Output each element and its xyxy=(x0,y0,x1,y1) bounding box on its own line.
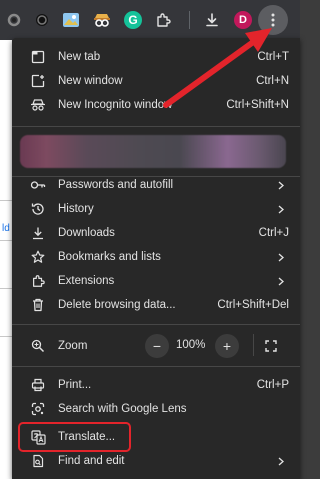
menu-item-new-window[interactable]: New window Ctrl+N xyxy=(12,69,300,93)
fullscreen-icon xyxy=(265,340,277,352)
chevron-right-icon xyxy=(276,252,286,262)
background-page: ld xyxy=(0,40,12,479)
menu-item-history[interactable]: History xyxy=(12,197,300,221)
menu-divider xyxy=(12,126,300,127)
google-lens-icon xyxy=(30,401,46,417)
extensions-icon[interactable] xyxy=(151,8,175,32)
chevron-right-icon xyxy=(276,204,286,214)
menu-item-passwords[interactable]: Passwords and autofill xyxy=(12,173,300,197)
grammarly-icon[interactable]: G xyxy=(121,8,145,32)
menu-item-label: Find and edit xyxy=(58,455,125,467)
menu-item-shortcut: Ctrl+Shift+Del xyxy=(217,299,289,311)
image-icon[interactable] xyxy=(59,8,83,32)
download-icon[interactable] xyxy=(200,8,224,32)
download-icon xyxy=(30,225,46,241)
chrome-main-menu: New tab Ctrl+T New window Ctrl+N New Inc… xyxy=(12,38,300,479)
circle-dark-icon[interactable] xyxy=(30,8,54,32)
menu-item-extensions[interactable]: Extensions xyxy=(12,269,300,293)
menu-item-shortcut: Ctrl+J xyxy=(258,227,289,239)
fullscreen-button[interactable] xyxy=(259,334,283,358)
menu-item-label: Passwords and autofill xyxy=(58,179,174,191)
menu-item-shortcut: Ctrl+Shift+N xyxy=(226,99,289,111)
menu-item-shortcut: Ctrl+T xyxy=(257,51,289,63)
menu-item-label: Zoom xyxy=(58,340,88,352)
zoom-level: 100% xyxy=(176,339,206,351)
more-menu-icon xyxy=(271,13,275,27)
translate-highlight-box xyxy=(18,422,131,452)
menu-item-downloads[interactable]: Downloads Ctrl+J xyxy=(12,221,300,245)
menu-item-new-incognito[interactable]: New Incognito window Ctrl+Shift+N xyxy=(12,93,300,117)
history-icon xyxy=(30,201,46,217)
new-tab-icon xyxy=(30,49,46,65)
trash-icon xyxy=(30,297,46,313)
chevron-right-icon xyxy=(276,180,286,190)
menu-item-label: Bookmarks and lists xyxy=(58,251,161,263)
menu-item-label: New tab xyxy=(58,51,101,63)
new-window-icon xyxy=(30,73,46,89)
browser-toolbar: G D xyxy=(0,0,300,40)
menu-item-label: Downloads xyxy=(58,227,115,239)
zoom-divider xyxy=(253,334,254,356)
star-icon xyxy=(30,249,46,265)
menu-item-label: Print... xyxy=(58,379,92,391)
toolbar-divider xyxy=(189,11,190,29)
menu-item-shortcut: Ctrl+P xyxy=(256,379,289,391)
zoom-icon xyxy=(30,338,46,354)
menu-item-label: New Incognito window xyxy=(58,99,173,111)
profile-bar[interactable] xyxy=(20,135,286,168)
menu-item-label: New window xyxy=(58,75,123,87)
menu-item-label: Delete browsing data... xyxy=(58,299,176,311)
menu-item-bookmarks[interactable]: Bookmarks and lists xyxy=(12,245,300,269)
profile-avatar[interactable]: D xyxy=(231,8,255,32)
spy-icon[interactable] xyxy=(90,8,114,32)
menu-item-find-and-edit[interactable]: Find and edit xyxy=(12,449,300,473)
menu-item-print[interactable]: Print... Ctrl+P xyxy=(12,373,300,397)
extensions-icon xyxy=(30,273,46,289)
chevron-right-icon xyxy=(276,456,286,466)
menu-item-shortcut: Ctrl+N xyxy=(256,75,289,87)
menu-item-label: Search with Google Lens xyxy=(58,403,187,415)
chevron-right-icon xyxy=(276,276,286,286)
menu-divider xyxy=(12,366,300,367)
menu-item-label: History xyxy=(58,203,94,215)
menu-item-new-tab[interactable]: New tab Ctrl+T xyxy=(12,45,300,69)
zoom-in-button[interactable]: + xyxy=(215,334,239,358)
incognito-icon xyxy=(30,97,46,113)
menu-item-delete-browsing-data[interactable]: Delete browsing data... Ctrl+Shift+Del xyxy=(12,293,300,317)
key-icon xyxy=(30,177,46,193)
menu-item-google-lens[interactable]: Search with Google Lens xyxy=(12,397,300,421)
svg-text:G: G xyxy=(128,13,137,27)
menu-divider xyxy=(12,324,300,325)
zoom-out-button[interactable]: − xyxy=(145,334,169,358)
print-icon xyxy=(30,377,46,393)
menu-item-label: Extensions xyxy=(58,275,115,287)
find-icon xyxy=(30,453,46,469)
avatar: D xyxy=(234,11,252,29)
circle-icon[interactable] xyxy=(2,8,26,32)
more-menu-button[interactable] xyxy=(258,5,288,35)
